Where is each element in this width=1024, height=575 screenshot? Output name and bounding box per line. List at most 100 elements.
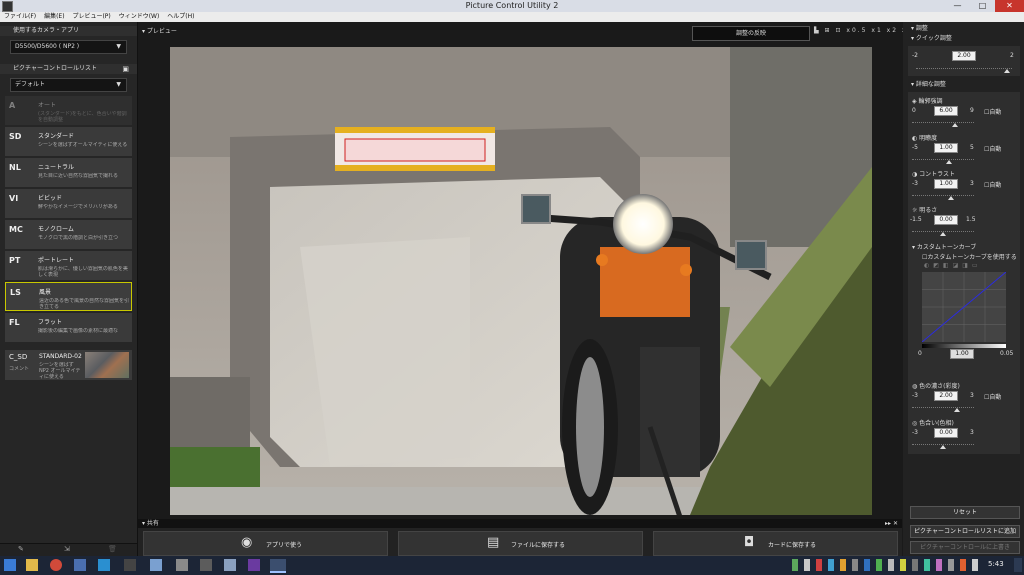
contrast-slider[interactable] xyxy=(912,189,974,196)
contrast-auto-checkbox[interactable]: ☐自動 xyxy=(984,180,1001,189)
pc-item-vivid[interactable]: VI ビビッド 鮮やかなイメージでメリハリがある xyxy=(5,189,132,218)
tray-icon[interactable] xyxy=(804,559,810,571)
sharpening-slider[interactable] xyxy=(912,116,974,123)
quick-slider[interactable] xyxy=(916,62,1012,69)
sharpening-auto-checkbox[interactable]: ☐自動 xyxy=(984,107,1001,116)
quick-slider-handle[interactable] xyxy=(1004,69,1010,73)
volume-icon[interactable] xyxy=(972,559,978,571)
sharpening-slider-handle[interactable] xyxy=(952,123,958,127)
clarity-min: -5 xyxy=(912,144,918,151)
contrast-auto-label: 自動 xyxy=(989,182,1002,189)
custom-pc-item[interactable]: C_SD STANDARD-02 コメント シーンを選ばず NP2 オールマイテ… xyxy=(5,350,132,380)
pc-item-standard[interactable]: SD スタンダード シーンを選ばずオールマイティに使える xyxy=(5,127,132,156)
menu-edit[interactable]: 編集(E) xyxy=(44,12,64,22)
clarity-slider-handle[interactable] xyxy=(946,160,952,164)
app-icon[interactable] xyxy=(224,559,236,571)
custom-pc-desc: シーンを選ばず NP2 オールマイティに使える xyxy=(39,362,81,380)
saturation-auto-label: 自動 xyxy=(989,394,1002,401)
tray-icon[interactable] xyxy=(816,559,822,571)
hue-input[interactable]: 0.00 xyxy=(934,428,958,438)
tray-icon[interactable] xyxy=(864,559,870,571)
clarity-input[interactable]: 1.00 xyxy=(934,143,958,153)
apply-adjustments-button[interactable]: 調整の反映 xyxy=(692,26,810,41)
menu-window[interactable]: ウィンドウ(W) xyxy=(119,12,160,22)
tray-icon[interactable] xyxy=(792,559,798,571)
custom-pc-code: C_SD xyxy=(9,353,28,361)
delete-icon[interactable]: 🗑 xyxy=(108,545,117,553)
menu-preview[interactable]: プレビュー(P) xyxy=(72,12,110,22)
add-to-list-button[interactable]: ピクチャーコントロールリストに追加 xyxy=(910,525,1020,538)
save-to-card-button[interactable]: ◘ カードに保存する xyxy=(653,531,898,556)
lock-icon[interactable]: ▣ xyxy=(122,64,129,74)
use-in-app-label: アプリで使う xyxy=(266,542,303,549)
tray-icon[interactable] xyxy=(876,559,882,571)
brightness-slider[interactable] xyxy=(912,225,974,232)
pc-item-monochrome[interactable]: MC モノクローム モノクロで黒の階調と白が引き立つ xyxy=(5,220,132,249)
hue-slider[interactable] xyxy=(912,438,974,445)
tray-icon[interactable] xyxy=(828,559,834,571)
overwrite-button[interactable]: ピクチャーコントロールに上書き xyxy=(910,541,1020,554)
contrast-slider-handle[interactable] xyxy=(948,196,954,200)
saturation-input[interactable]: 2.00 xyxy=(934,391,958,401)
maximize-button[interactable]: □ xyxy=(970,0,995,12)
explorer-icon[interactable] xyxy=(26,559,38,571)
saturation-auto-checkbox[interactable]: ☐自動 xyxy=(984,392,1001,401)
quick-value-input[interactable]: 2.00 xyxy=(952,51,976,61)
tray-icon[interactable] xyxy=(840,559,846,571)
tray-icon[interactable] xyxy=(912,559,918,571)
app-icon[interactable] xyxy=(98,559,110,571)
app-icon[interactable] xyxy=(176,559,188,571)
hue-max: 3 xyxy=(970,429,974,436)
import-icon[interactable]: ⇲ xyxy=(64,545,70,553)
close-button[interactable]: ✕ xyxy=(995,0,1024,12)
picture-control-taskbar-icon[interactable] xyxy=(270,559,286,573)
clarity-auto-checkbox[interactable]: ☐自動 xyxy=(984,144,1001,153)
pc-item-flat[interactable]: FL フラット 撮影後の編集で画像の素材に最適な xyxy=(5,313,132,342)
minimize-button[interactable]: — xyxy=(945,0,970,12)
tray-icon[interactable] xyxy=(852,559,858,571)
hue-slider-handle[interactable] xyxy=(940,445,946,449)
list-select[interactable]: デフォルト ▼ xyxy=(10,78,127,92)
contrast-min: -3 xyxy=(912,180,918,187)
tone-curve-graph[interactable] xyxy=(922,272,1006,342)
saturation-slider-handle[interactable] xyxy=(954,408,960,412)
tray-icon[interactable] xyxy=(960,559,966,571)
menu-file[interactable]: ファイル(F) xyxy=(4,12,36,22)
pc-item-landscape[interactable]: LS 風景 遠近のある色で風景の自然な雰囲気を引き立てる xyxy=(5,282,132,311)
pc-item-auto[interactable]: A オート (スタンダード)をもとに、色合いや階調を自動調整 xyxy=(5,96,132,125)
tone-curve-tools[interactable]: ◐◩◧◪◨▭ xyxy=(924,262,982,269)
pc-item-portrait[interactable]: PT ポートレート 肌は滑らかに、優しい雰囲気の肌色を美しく表現 xyxy=(5,251,132,280)
close-icon[interactable]: ▸▸ ✕ xyxy=(885,519,898,528)
notifications-icon[interactable] xyxy=(1014,558,1022,572)
app-icon[interactable] xyxy=(124,559,136,571)
tray-icon[interactable] xyxy=(936,559,942,571)
app-icon[interactable] xyxy=(200,559,212,571)
brightness-input[interactable]: 0.00 xyxy=(934,215,958,225)
tone-curve-use-checkbox[interactable]: ☐カスタムトーンカーブを使用する xyxy=(922,252,1017,261)
tone-value-input[interactable]: 1.00 xyxy=(950,349,974,359)
tray-icon[interactable] xyxy=(888,559,894,571)
tray-icon[interactable] xyxy=(924,559,930,571)
new-icon[interactable]: ✎ xyxy=(18,545,24,553)
tray-icon[interactable] xyxy=(900,559,906,571)
reset-button[interactable]: リセット xyxy=(910,506,1020,519)
brightness-slider-handle[interactable] xyxy=(940,232,946,236)
clock[interactable]: 5:43 xyxy=(988,560,1004,568)
save-to-file-button[interactable]: ▤ ファイルに保存する xyxy=(398,531,643,556)
use-in-app-button[interactable]: ◉ アプリで使う xyxy=(143,531,388,556)
sharpening-input[interactable]: 6.00 xyxy=(934,106,958,116)
taskbar: 5:43 xyxy=(0,556,1024,575)
app-icon[interactable] xyxy=(150,559,162,571)
saturation-slider[interactable] xyxy=(912,401,974,408)
windows-start-icon[interactable] xyxy=(4,559,16,571)
pc-item-neutral[interactable]: NL ニュートラル 見た目に近い自然な雰囲気で撮れる xyxy=(5,158,132,187)
camera-select[interactable]: D5500/D5600 ( NP2 ) ▼ xyxy=(10,40,127,54)
clarity-slider[interactable] xyxy=(912,153,974,160)
hue-min: -3 xyxy=(912,429,918,436)
chrome-icon[interactable] xyxy=(50,559,62,571)
contrast-input[interactable]: 1.00 xyxy=(934,179,958,189)
tray-icon[interactable] xyxy=(948,559,954,571)
app-icon[interactable] xyxy=(74,559,86,571)
menu-help[interactable]: ヘルプ(H) xyxy=(167,12,194,22)
app-icon[interactable] xyxy=(248,559,260,571)
